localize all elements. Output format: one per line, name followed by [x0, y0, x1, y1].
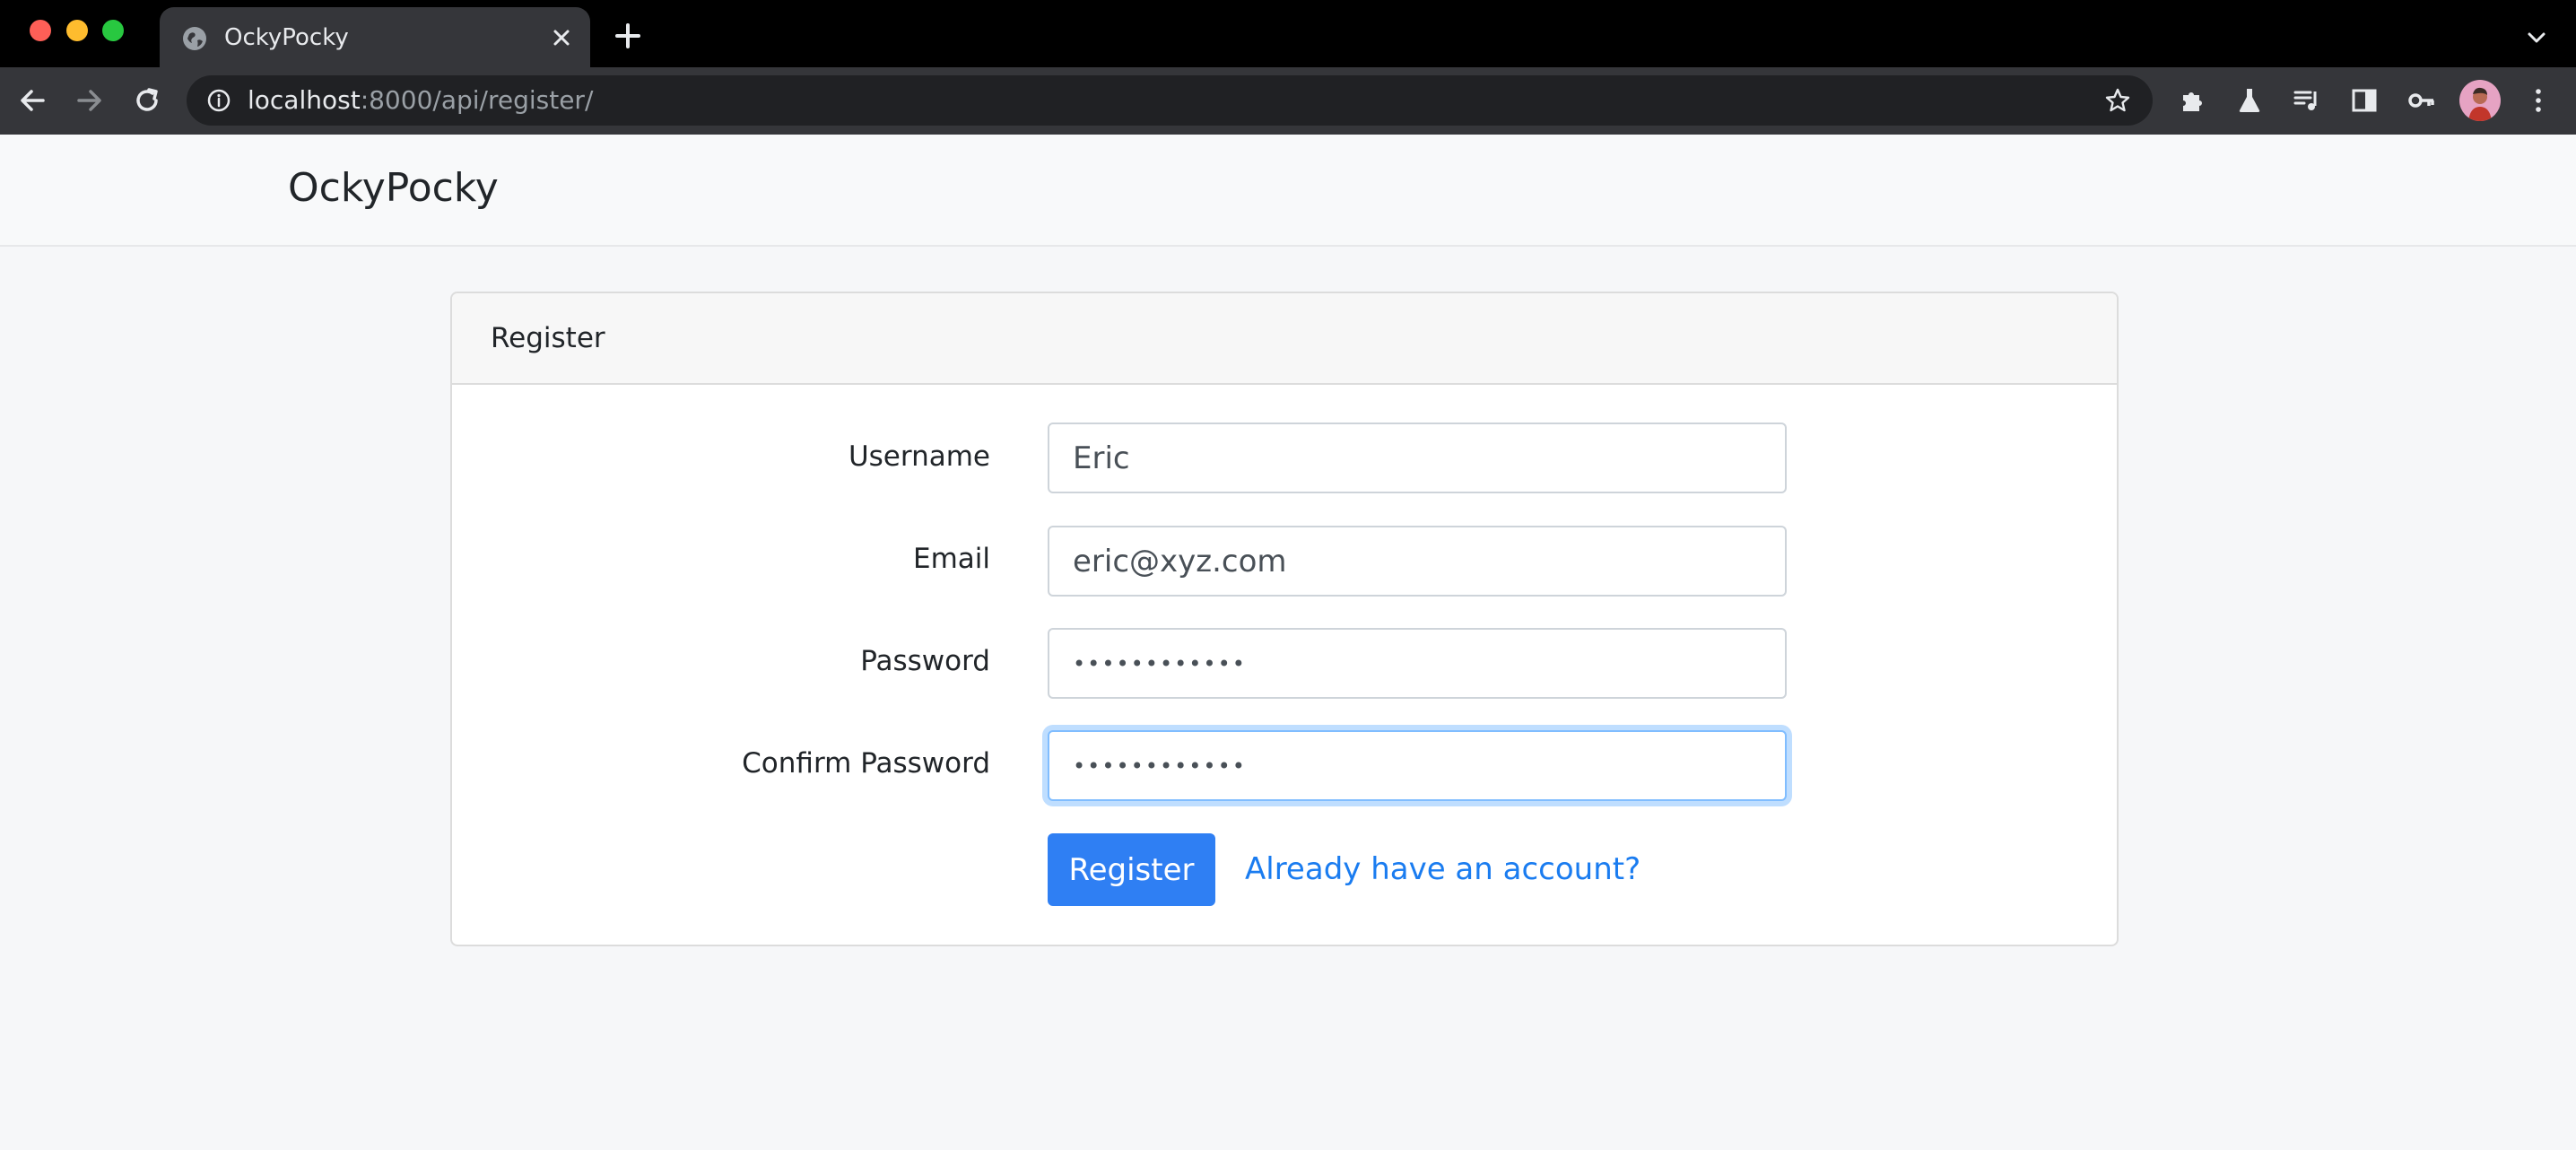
profile-picture-icon — [2468, 87, 2492, 121]
register-button[interactable]: Register — [1048, 833, 1215, 906]
plus-icon[interactable] — [614, 22, 642, 50]
browser-tabstrip: OckyPocky — [0, 0, 2576, 67]
password-input[interactable] — [1048, 628, 1787, 699]
key-icon[interactable] — [2406, 84, 2438, 117]
url-path: :8000/api/register/ — [360, 85, 594, 115]
close-icon[interactable] — [549, 25, 574, 50]
card-title: Register — [491, 322, 605, 354]
browser-tab[interactable]: OckyPocky — [160, 7, 590, 67]
password-label: Password — [860, 645, 990, 677]
email-input[interactable] — [1048, 526, 1787, 597]
reload-icon[interactable] — [131, 84, 163, 117]
globe-icon — [183, 27, 206, 50]
address-bar[interactable]: localhost:8000/api/register/ — [187, 75, 2153, 126]
url-text: localhost:8000/api/register/ — [248, 84, 593, 117]
card-header: Register — [452, 293, 2117, 385]
puzzle-icon[interactable] — [2176, 84, 2208, 117]
info-icon[interactable] — [206, 88, 231, 113]
username-label: Username — [848, 440, 990, 473]
side-panel-icon[interactable] — [2348, 84, 2380, 117]
register-card: Register Username Email Password Confirm… — [450, 292, 2119, 946]
confirm-password-input[interactable] — [1048, 730, 1787, 801]
star-icon[interactable] — [2104, 87, 2131, 114]
login-link[interactable]: Already have an account? — [1245, 849, 1640, 889]
tab-title: OckyPocky — [224, 24, 349, 51]
confirm-password-label: Confirm Password — [742, 747, 990, 780]
back-arrow-icon[interactable] — [16, 84, 48, 117]
site-navbar: OckyPocky — [0, 135, 2576, 247]
chevron-down-icon[interactable] — [2524, 25, 2549, 50]
close-window-button[interactable] — [30, 20, 51, 41]
email-label: Email — [912, 543, 990, 575]
url-host: localhost — [248, 85, 361, 115]
flask-icon[interactable] — [2233, 84, 2266, 117]
minimize-window-button[interactable] — [66, 20, 88, 41]
brand-link[interactable]: OckyPocky — [288, 161, 499, 215]
media-queue-icon[interactable] — [2291, 84, 2323, 117]
forward-arrow-icon[interactable] — [74, 84, 106, 117]
maximize-window-button[interactable] — [102, 20, 124, 41]
avatar[interactable] — [2459, 80, 2501, 121]
kebab-menu-icon[interactable] — [2522, 84, 2554, 117]
username-input[interactable] — [1048, 423, 1787, 493]
browser-toolbar: localhost:8000/api/register/ — [0, 67, 2576, 135]
